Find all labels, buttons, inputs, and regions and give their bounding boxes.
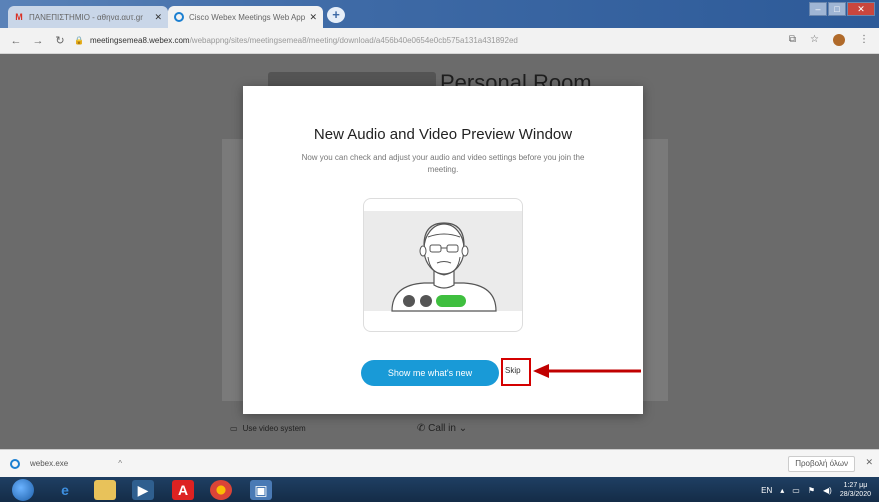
browser-tab-gmail[interactable]: M ΠΑΝΕΠΙΣΤΗΜΙΟ - αθηνα.αυτ.gr ✕ [8, 6, 168, 28]
translate-icon[interactable]: ⧉ [789, 34, 796, 46]
window-close-button[interactable]: ✕ [847, 2, 875, 16]
browser-tab-webex[interactable]: Cisco Webex Meetings Web App ✕ [168, 6, 323, 28]
call-in-option[interactable]: ✆ Call in ⌄ [417, 423, 467, 434]
url-host: meetingsemea8.webex.com [89, 36, 190, 45]
browser-tab-strip: M ΠΑΝΕΠΙΣΤΗΜΙΟ - αθηνα.αυτ.gr ✕ Cisco We… [0, 0, 879, 28]
profile-icon[interactable] [833, 34, 845, 46]
show-hidden-icons-icon[interactable]: ▴ [780, 486, 784, 495]
download-item[interactable]: webex.exe ^ [10, 458, 122, 469]
file-explorer-icon[interactable] [94, 480, 116, 500]
call-in-label: Call in [428, 422, 456, 434]
dialog-description: Now you can check and adjust your audio … [301, 153, 585, 174]
chrome-icon[interactable] [210, 480, 232, 500]
close-icon[interactable]: ✕ [154, 12, 162, 23]
menu-icon[interactable]: ⋮ [859, 34, 869, 46]
webex-taskbar-icon[interactable]: ▣ [250, 480, 272, 500]
video-system-icon: ▭ [230, 423, 238, 433]
download-filename: webex.exe [30, 459, 69, 468]
clock-date: 28/3/2020 [839, 491, 871, 498]
preview-illustration [363, 198, 523, 332]
preview-window-dialog: New Audio and Video Preview Window Now y… [243, 86, 643, 414]
tab-title: ΠΑΝΕΠΙΣΤΗΜΙΟ - αθηνα.αυτ.gr [29, 12, 143, 22]
chevron-up-icon[interactable]: ^ [118, 459, 122, 468]
toolbar-right: ⧉ ☆ ⋮ [789, 34, 869, 46]
phone-icon: ✆ [417, 422, 426, 434]
back-icon[interactable]: ← [10, 35, 22, 47]
minimize-button[interactable]: – [809, 2, 827, 16]
ie-icon[interactable]: e [54, 480, 76, 500]
lock-icon: 🔒 [74, 36, 84, 45]
control-buttons [403, 295, 466, 307]
use-video-system-label: Use video system [242, 423, 306, 433]
webex-icon [174, 12, 184, 22]
start-button[interactable] [12, 479, 34, 501]
webex-icon [10, 458, 20, 469]
gmail-icon: M [15, 12, 23, 22]
tab-title: Cisco Webex Meetings Web App [189, 12, 306, 22]
clock[interactable]: 1:27 μμ 28/3/2020 [840, 481, 871, 499]
video-toggle-icon [420, 295, 432, 307]
use-video-system-option[interactable]: ▭ Use video system [230, 424, 306, 433]
language-indicator[interactable]: EN [761, 486, 772, 495]
join-options-row: ▭ Use video system ✆ Call in ⌄ [222, 414, 668, 442]
dialog-title: New Audio and Video Preview Window [313, 126, 573, 143]
window-controls: – □ ✕ [808, 2, 875, 16]
address-bar: ← → ↻ 🔒 meetingsemea8.webex.com /webappn… [0, 28, 879, 54]
reload-icon[interactable]: ↻ [54, 34, 66, 47]
media-player-icon[interactable]: ▶ [132, 480, 154, 500]
new-tab-button[interactable]: + [327, 7, 345, 23]
acrobat-icon[interactable]: A [172, 480, 194, 500]
chevron-down-icon: ⌄ [458, 422, 468, 434]
close-icon[interactable]: ✕ [865, 457, 873, 468]
forward-icon[interactable]: → [32, 35, 44, 47]
download-bar: webex.exe ^ Προβολή όλων ✕ [0, 449, 879, 477]
join-toggle-icon [436, 295, 466, 307]
close-icon[interactable]: ✕ [309, 12, 317, 23]
url-path: /webappng/sites/meetingsemea8/meeting/do… [189, 36, 518, 45]
highlight-box [501, 358, 531, 386]
show-all-button[interactable]: Προβολή όλων [788, 456, 855, 472]
url-input[interactable]: 🔒 meetingsemea8.webex.com /webappng/site… [74, 32, 754, 50]
mute-toggle-icon [403, 295, 415, 307]
arrow-left-icon [533, 364, 641, 378]
flag-icon[interactable]: ⚑ [808, 486, 815, 495]
network-icon[interactable]: ▭ [792, 486, 800, 495]
webex-page: Personal Room ▭ Use video system ✆ Call … [0, 54, 879, 449]
taskbar: e ▶ A ▣ EN ▴ ▭ ⚑ ◀) 1:27 μμ 28/3/2020 [0, 477, 879, 502]
show-whats-new-button[interactable]: Show me what's new [361, 360, 499, 386]
screen: M ΠΑΝΕΠΙΣΤΗΜΙΟ - αθηνα.αυτ.gr ✕ Cisco We… [0, 0, 879, 502]
star-icon[interactable]: ☆ [810, 34, 819, 46]
volume-icon[interactable]: ◀) [823, 486, 832, 495]
system-tray: EN ▴ ▭ ⚑ ◀) 1:27 μμ 28/3/2020 [761, 481, 871, 499]
maximize-button[interactable]: □ [828, 2, 846, 16]
clock-time: 1:27 μμ [843, 482, 868, 489]
